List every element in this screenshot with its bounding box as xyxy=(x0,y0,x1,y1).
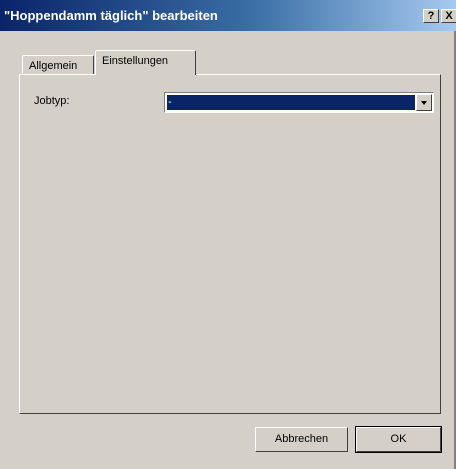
tab-einstellungen[interactable]: Einstellungen xyxy=(95,50,196,75)
ok-button[interactable]: OK xyxy=(355,426,442,453)
cancel-button[interactable]: Abbrechen xyxy=(255,427,348,452)
dropdown-button[interactable] xyxy=(416,94,432,111)
chevron-down-icon xyxy=(421,101,427,105)
close-button[interactable]: X xyxy=(441,9,456,23)
tab-allgemein-label: Allgemein xyxy=(29,60,78,72)
jobtyp-dropdown[interactable]: - xyxy=(164,92,434,113)
window-title: "Hoppendamm täglich" bearbeiten xyxy=(4,8,218,23)
title-bar[interactable]: "Hoppendamm täglich" bearbeiten ? X xyxy=(0,0,456,31)
help-button[interactable]: ? xyxy=(423,9,439,23)
settings-panel: Jobtyp: - xyxy=(19,74,441,414)
jobtyp-selected-value: - xyxy=(167,95,415,110)
jobtyp-label: Jobtyp: xyxy=(34,95,70,107)
tab-einstellungen-label: Einstellungen xyxy=(102,55,169,67)
